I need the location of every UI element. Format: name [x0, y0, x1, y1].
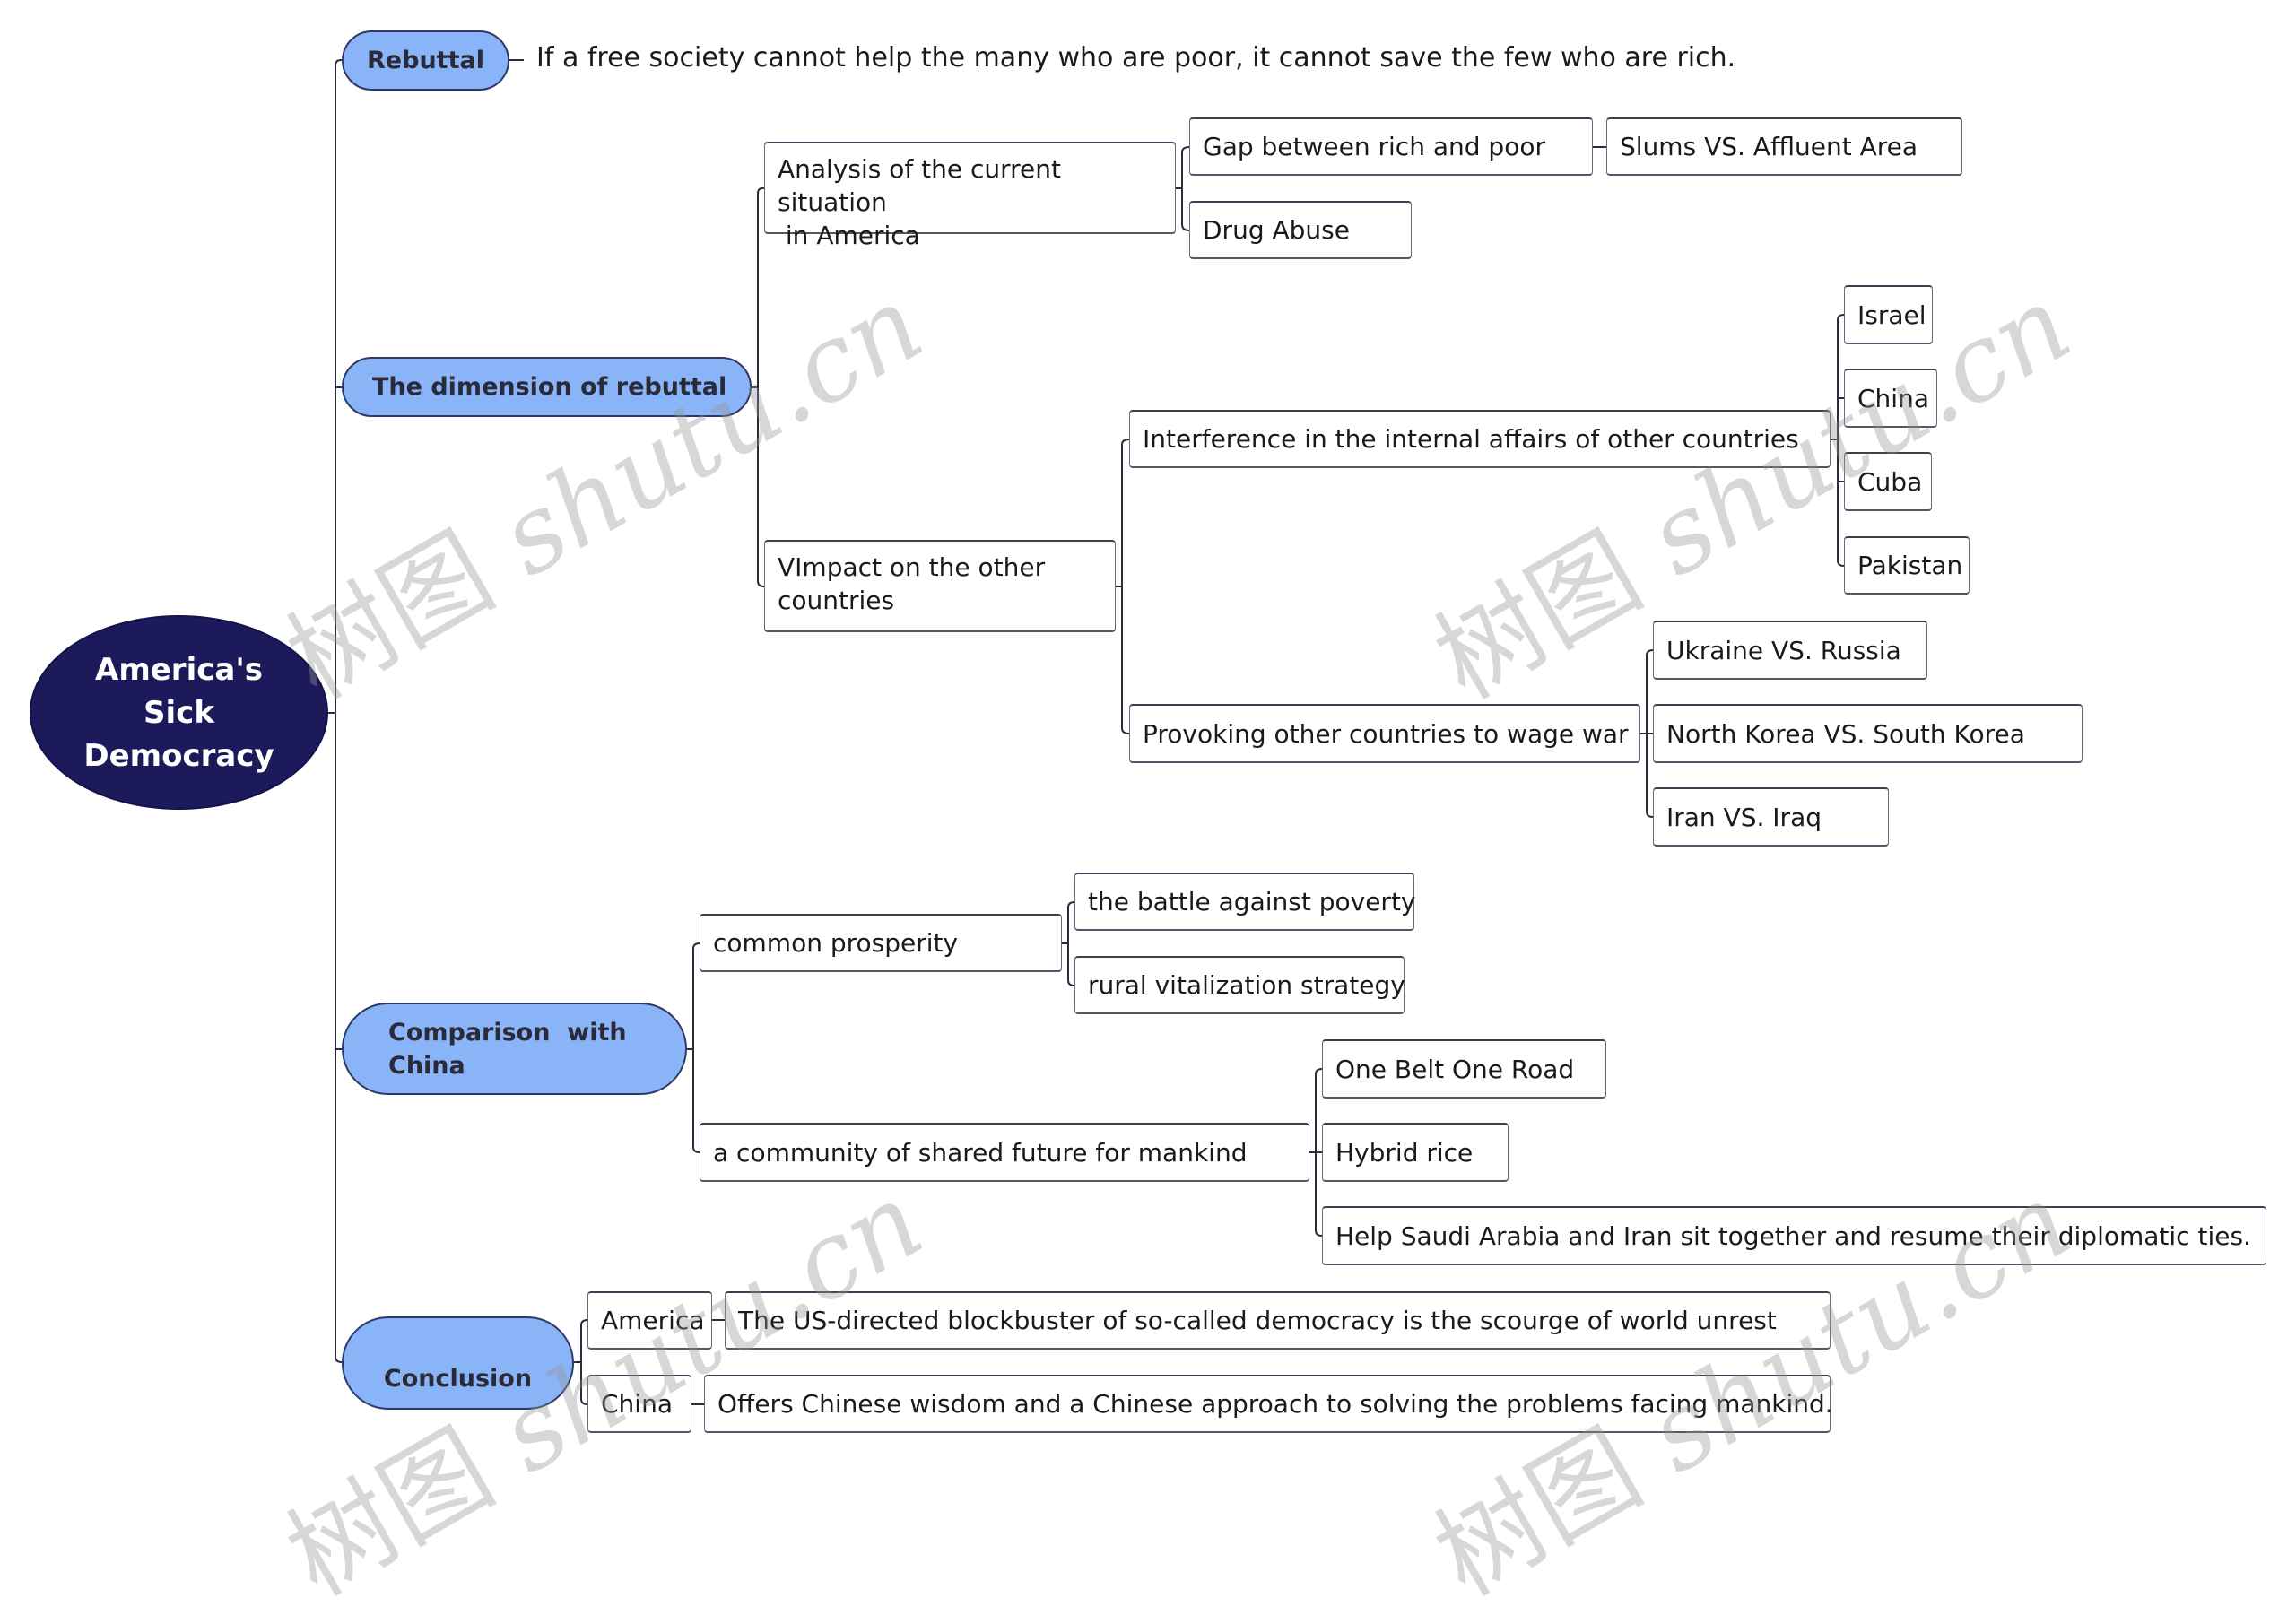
node-conclusion-china-text-label: Offers Chinese wisdom and a Chinese appr…: [718, 1389, 1833, 1419]
branch-dimension[interactable]: The dimension of rebuttal: [342, 357, 752, 417]
node-conclusion-america-text-label: The US-directed blockbuster of so-called…: [738, 1306, 1777, 1335]
node-interference[interactable]: Interference in the internal affairs of …: [1129, 410, 1831, 468]
branch-rebuttal[interactable]: Rebuttal: [342, 30, 509, 91]
node-hybrid-rice[interactable]: Hybrid rice: [1322, 1123, 1509, 1182]
node-impact[interactable]: VImpact on the other countries: [764, 540, 1116, 632]
root-line-3: Democracy: [83, 737, 274, 774]
node-gap-label: Gap between rich and poor: [1203, 132, 1545, 161]
node-item-label: the battle against poverty: [1088, 887, 1416, 916]
node-item-label: rural vitalization strategy: [1088, 970, 1405, 1000]
node-conclusion-china-text[interactable]: Offers Chinese wisdom and a Chinese appr…: [704, 1375, 1833, 1433]
branch-comparison-line-1: Comparison with: [388, 1018, 627, 1046]
node-country-cuba[interactable]: Cuba: [1844, 452, 1932, 511]
node-gap[interactable]: Gap between rich and poor: [1189, 117, 1593, 176]
node-provoking[interactable]: Provoking other countries to wage war: [1129, 704, 1640, 763]
node-slums[interactable]: Slums VS. Affluent Area: [1606, 117, 1962, 176]
node-item-label: One Belt One Road: [1335, 1054, 1575, 1084]
node-conflict-label: Iran VS. Iraq: [1666, 802, 1822, 832]
branch-comparison[interactable]: Comparison with China: [342, 1003, 687, 1095]
node-drug-label: Drug Abuse: [1203, 215, 1350, 245]
connector-analysis-split: [1181, 146, 1190, 231]
node-analysis-line-2: in America: [778, 221, 920, 250]
node-conflict-korea[interactable]: North Korea VS. South Korea: [1653, 704, 2083, 763]
node-prosperity-label: common prosperity: [713, 928, 959, 958]
node-belt-road[interactable]: One Belt One Road: [1322, 1039, 1606, 1099]
connector-spine: [335, 59, 343, 1363]
node-impact-line-1: VImpact on the other: [778, 552, 1046, 582]
node-country-china[interactable]: China: [1844, 369, 1937, 428]
connector-dimension-split: [757, 187, 765, 587]
mind-map-canvas: America's Sick Democracy Rebuttal If a f…: [0, 0, 2296, 1620]
node-conclusion-china-label: China: [601, 1389, 673, 1419]
connector-impact-split: [1121, 439, 1130, 734]
connector-interference-split: [1837, 314, 1845, 567]
node-drug[interactable]: Drug Abuse: [1189, 201, 1412, 259]
node-country-pakistan[interactable]: Pakistan: [1844, 536, 1970, 595]
node-conflict-iran-iraq[interactable]: Iran VS. Iraq: [1653, 787, 1889, 847]
node-rural[interactable]: rural vitalization strategy: [1074, 956, 1405, 1014]
branch-conclusion-label: Conclusion: [383, 1365, 533, 1393]
node-battle-poverty[interactable]: the battle against poverty: [1074, 873, 1416, 931]
node-provoking-label: Provoking other countries to wage war: [1143, 718, 1629, 749]
root-line-1: America's: [95, 651, 263, 688]
node-saudi-iran[interactable]: Help Saudi Arabia and Iran sit together …: [1322, 1206, 2266, 1265]
node-conclusion-america-label: America: [601, 1306, 705, 1335]
connector-comparison-split: [692, 942, 700, 1153]
node-conclusion-america-text[interactable]: The US-directed blockbuster of so-called…: [725, 1291, 1831, 1350]
node-country-label: Pakistan: [1857, 551, 1963, 580]
node-conflict-label: North Korea VS. South Korea: [1666, 718, 2025, 749]
node-community-label: a community of shared future for mankind: [713, 1137, 1248, 1168]
branch-rebuttal-label: Rebuttal: [367, 47, 484, 74]
node-community[interactable]: a community of shared future for mankind: [700, 1123, 1309, 1182]
node-item-label: Hybrid rice: [1335, 1137, 1474, 1168]
connector-prosperity-split: [1067, 901, 1075, 986]
node-country-israel[interactable]: Israel: [1844, 285, 1933, 344]
node-impact-line-2: countries: [778, 586, 895, 615]
node-country-label: Cuba: [1857, 466, 1923, 497]
branch-dimension-label: The dimension of rebuttal: [372, 373, 727, 401]
node-conflict-ukraine-russia[interactable]: Ukraine VS. Russia: [1653, 621, 1927, 680]
node-country-label: China: [1857, 383, 1929, 413]
root-node[interactable]: America's Sick Democracy: [30, 615, 328, 810]
node-slums-label: Slums VS. Affluent Area: [1620, 132, 1918, 161]
rebuttal-quote[interactable]: If a free society cannot help the many w…: [536, 42, 1735, 74]
branch-conclusion[interactable]: Conclusion: [342, 1316, 574, 1410]
node-country-label: Israel: [1857, 300, 1926, 330]
branch-comparison-line-2: China: [388, 1051, 465, 1080]
node-analysis-line-1: Analysis of the current situation: [778, 154, 1062, 217]
node-conclusion-america[interactable]: America: [587, 1291, 712, 1350]
root-line-2: Sick: [144, 694, 214, 731]
node-item-label: Help Saudi Arabia and Iran sit together …: [1335, 1220, 2251, 1251]
node-prosperity[interactable]: common prosperity: [700, 914, 1062, 972]
connector-conclusion-split: [580, 1319, 588, 1405]
node-conclusion-china[interactable]: China: [587, 1375, 691, 1433]
node-interference-label: Interference in the internal affairs of …: [1143, 424, 1799, 454]
node-analysis[interactable]: Analysis of the current situation in Ame…: [764, 142, 1176, 250]
node-conflict-label: Ukraine VS. Russia: [1666, 635, 1901, 665]
